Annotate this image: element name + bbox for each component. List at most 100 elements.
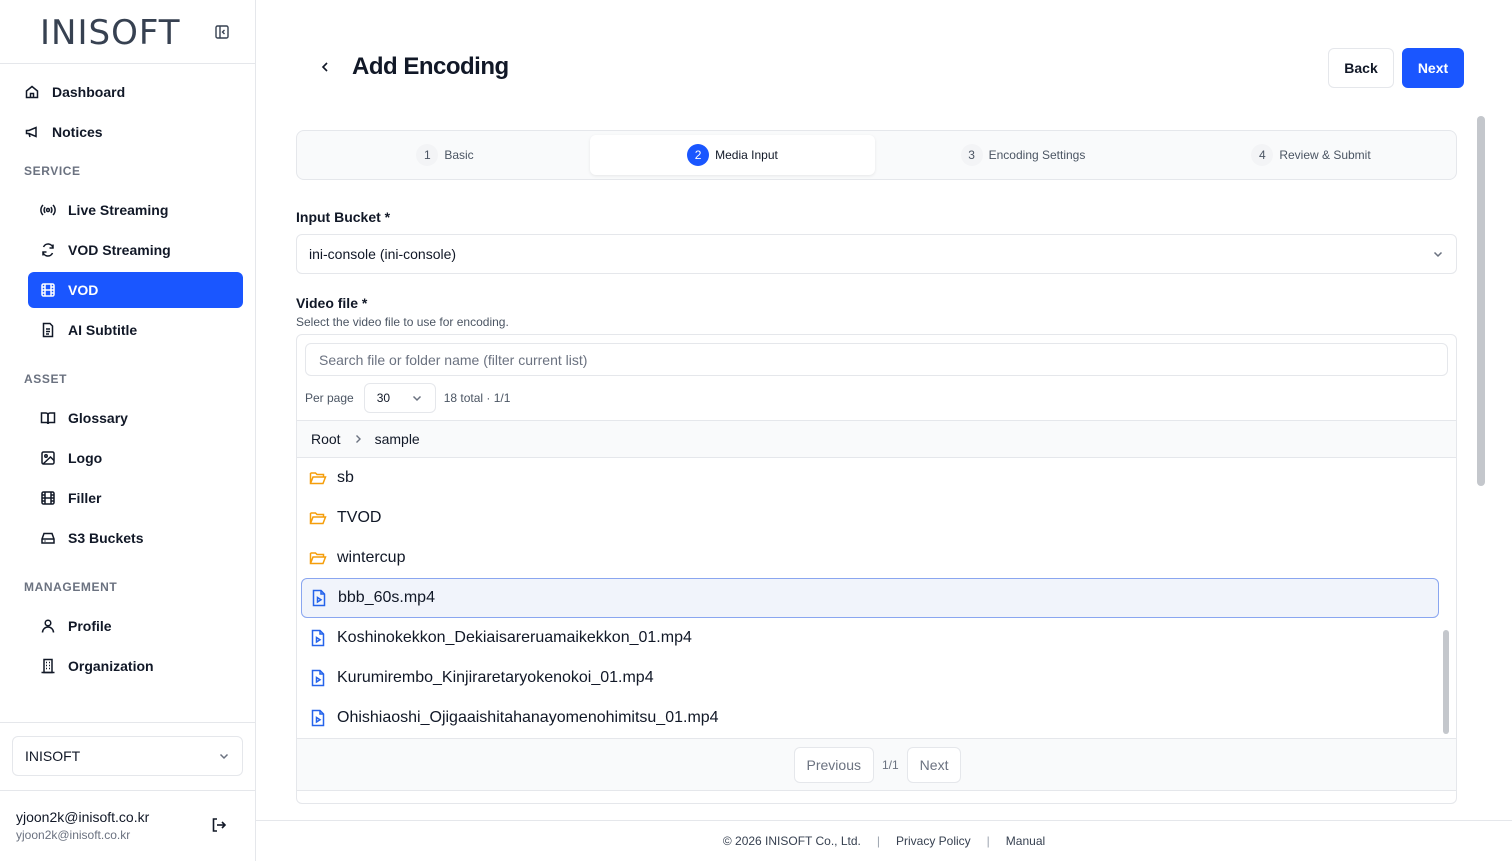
sidebar-item-label: Profile: [68, 618, 112, 634]
step-review-submit[interactable]: 4 Review & Submit: [1168, 135, 1454, 175]
video-file-hint: Select the video file to use for encodin…: [296, 315, 509, 329]
nav-group-management: Profile Organization: [28, 608, 243, 688]
logo-row: INISOFT: [0, 0, 255, 64]
file-row-selected[interactable]: bbb_60s.mp4: [301, 578, 1439, 618]
previous-page-button[interactable]: Previous: [793, 746, 874, 783]
search-input[interactable]: Search file or folder name (filter curre…: [305, 343, 1448, 376]
chevron-right-icon: [355, 435, 361, 443]
sidebar-item-label: Organization: [68, 658, 154, 674]
sidebar-item-label: VOD: [68, 282, 99, 298]
chevron-down-icon: [1433, 251, 1443, 258]
sidebar-item-logo[interactable]: Logo: [28, 440, 243, 476]
sidebar-item-label: Notices: [52, 124, 103, 140]
sidebar-item-label: AI Subtitle: [68, 322, 138, 338]
sidebar-item-glossary[interactable]: Glossary: [28, 400, 243, 436]
sidebar-item-vod-streaming[interactable]: VOD Streaming: [28, 232, 243, 268]
total-count: 18 total · 1/1: [443, 391, 511, 405]
footer-divider: |: [876, 834, 880, 848]
step-basic[interactable]: 1 Basic: [301, 135, 589, 175]
logout-icon[interactable]: [210, 816, 228, 834]
file-list-scrollbar[interactable]: [1443, 630, 1449, 734]
sidebar-item-notices[interactable]: Notices: [12, 114, 244, 150]
sidebar-item-profile[interactable]: Profile: [28, 608, 243, 644]
folder-icon: [309, 552, 327, 565]
chevron-down-icon: [219, 753, 229, 760]
image-icon: [40, 450, 56, 466]
step-media-input[interactable]: 2 Media Input: [590, 135, 875, 175]
page-title: Add Encoding: [352, 53, 509, 80]
file-name: sb: [337, 469, 354, 486]
sidebar-item-organization[interactable]: Organization: [28, 648, 243, 684]
video-file-label: Video file *: [296, 295, 368, 311]
chevron-left-icon[interactable]: [316, 58, 334, 76]
breadcrumb-root[interactable]: Root: [311, 431, 341, 447]
per-page-label: Per page: [305, 391, 354, 405]
sidebar-item-label: Dashboard: [52, 84, 126, 100]
copyright: © 2026 INISOFT Co., Ltd.: [722, 834, 861, 848]
file-row[interactable]: Kurumirembo_Kinjiraretaryokenokoi_01.mp4: [301, 658, 1439, 698]
step-label: Basic: [444, 148, 474, 162]
section-label-management: MANAGEMENT: [24, 580, 118, 594]
chevron-down-icon: [412, 395, 421, 402]
step-encoding-settings[interactable]: 3 Encoding Settings: [879, 135, 1167, 175]
sidebar: INISOFT Dashboard Notices SERVICE Live S…: [0, 0, 256, 861]
folder-icon: [309, 512, 327, 525]
user-icon: [40, 618, 56, 634]
broadcast-icon: [40, 202, 56, 218]
sidebar-item-label: Logo: [68, 450, 103, 466]
sidebar-item-vod[interactable]: VOD: [28, 272, 243, 308]
book-icon: [40, 410, 56, 426]
building-icon: [40, 658, 56, 674]
video-file-icon: [312, 589, 326, 607]
file-row[interactable]: Koshinokekkon_Dekiaisareruamaikekkon_01.…: [301, 618, 1439, 658]
file-name: Koshinokekkon_Dekiaisareruamaikekkon_01.…: [337, 629, 692, 646]
drive-icon: [40, 530, 56, 546]
document-icon: [40, 322, 56, 338]
manual-link[interactable]: Manual: [1006, 834, 1045, 848]
footer: © 2026 INISOFT Co., Ltd. | Privacy Polic…: [256, 820, 1512, 861]
main-scrollbar[interactable]: [1477, 116, 1485, 486]
sidebar-collapse-icon[interactable]: [214, 24, 230, 40]
step-label: Review & Submit: [1279, 148, 1371, 162]
nav-group-service: Live Streaming VOD Streaming VOD AI Subt…: [28, 192, 243, 352]
organization-select[interactable]: INISOFT: [12, 736, 243, 776]
sidebar-item-label: Live Streaming: [68, 202, 169, 218]
brand-logo: INISOFT: [40, 13, 181, 53]
video-file-icon: [311, 669, 325, 687]
folder-row[interactable]: wintercup: [301, 538, 1439, 578]
breadcrumb-current[interactable]: sample: [375, 431, 420, 447]
file-browser: Search file or folder name (filter curre…: [296, 334, 1457, 804]
divider: [0, 790, 256, 791]
section-label-asset: ASSET: [24, 372, 68, 386]
pagination: Previous 1/1 Next: [297, 738, 1456, 791]
next-page-button[interactable]: Next: [906, 746, 962, 783]
sidebar-item-live-streaming[interactable]: Live Streaming: [28, 192, 243, 228]
privacy-policy-link[interactable]: Privacy Policy: [896, 834, 971, 848]
refresh-icon: [40, 242, 56, 258]
sidebar-item-filler[interactable]: Filler: [28, 480, 243, 516]
file-row[interactable]: Ohishiaoshi_Ojigaaishitahanayomenohimits…: [301, 698, 1439, 738]
sidebar-item-s3-buckets[interactable]: S3 Buckets: [28, 520, 243, 556]
folder-row[interactable]: sb: [301, 458, 1439, 498]
input-bucket-label: Input Bucket *: [296, 209, 391, 225]
sidebar-item-label: S3 Buckets: [68, 530, 144, 546]
per-page-row: Per page 30 18 total · 1/1: [305, 383, 510, 413]
file-name: Kurumirembo_Kinjiraretaryokenokoi_01.mp4: [337, 669, 654, 686]
back-button[interactable]: Back: [1328, 48, 1394, 88]
page-indicator: 1/1: [881, 757, 899, 772]
step-number: 1: [416, 144, 439, 166]
input-bucket-select[interactable]: ini-console (ini-console): [296, 234, 1457, 274]
per-page-select[interactable]: 30: [363, 383, 436, 413]
folder-row[interactable]: TVOD: [301, 498, 1439, 538]
stepper: 1 Basic 2 Media Input 3 Encoding Setting…: [296, 130, 1457, 180]
input-bucket-value: ini-console (ini-console): [309, 246, 457, 262]
film-icon: [40, 282, 56, 298]
sidebar-item-ai-subtitle[interactable]: AI Subtitle: [28, 312, 243, 348]
next-button[interactable]: Next: [1402, 48, 1464, 88]
file-name: bbb_60s.mp4: [338, 589, 435, 606]
per-page-value: 30: [376, 391, 391, 405]
file-list: sb TVOD wintercup bbb_60s.mp4 Koshinokek…: [297, 458, 1456, 738]
sidebar-item-label: Glossary: [68, 410, 128, 426]
sidebar-item-dashboard[interactable]: Dashboard: [12, 74, 244, 110]
organization-value: INISOFT: [25, 748, 81, 764]
